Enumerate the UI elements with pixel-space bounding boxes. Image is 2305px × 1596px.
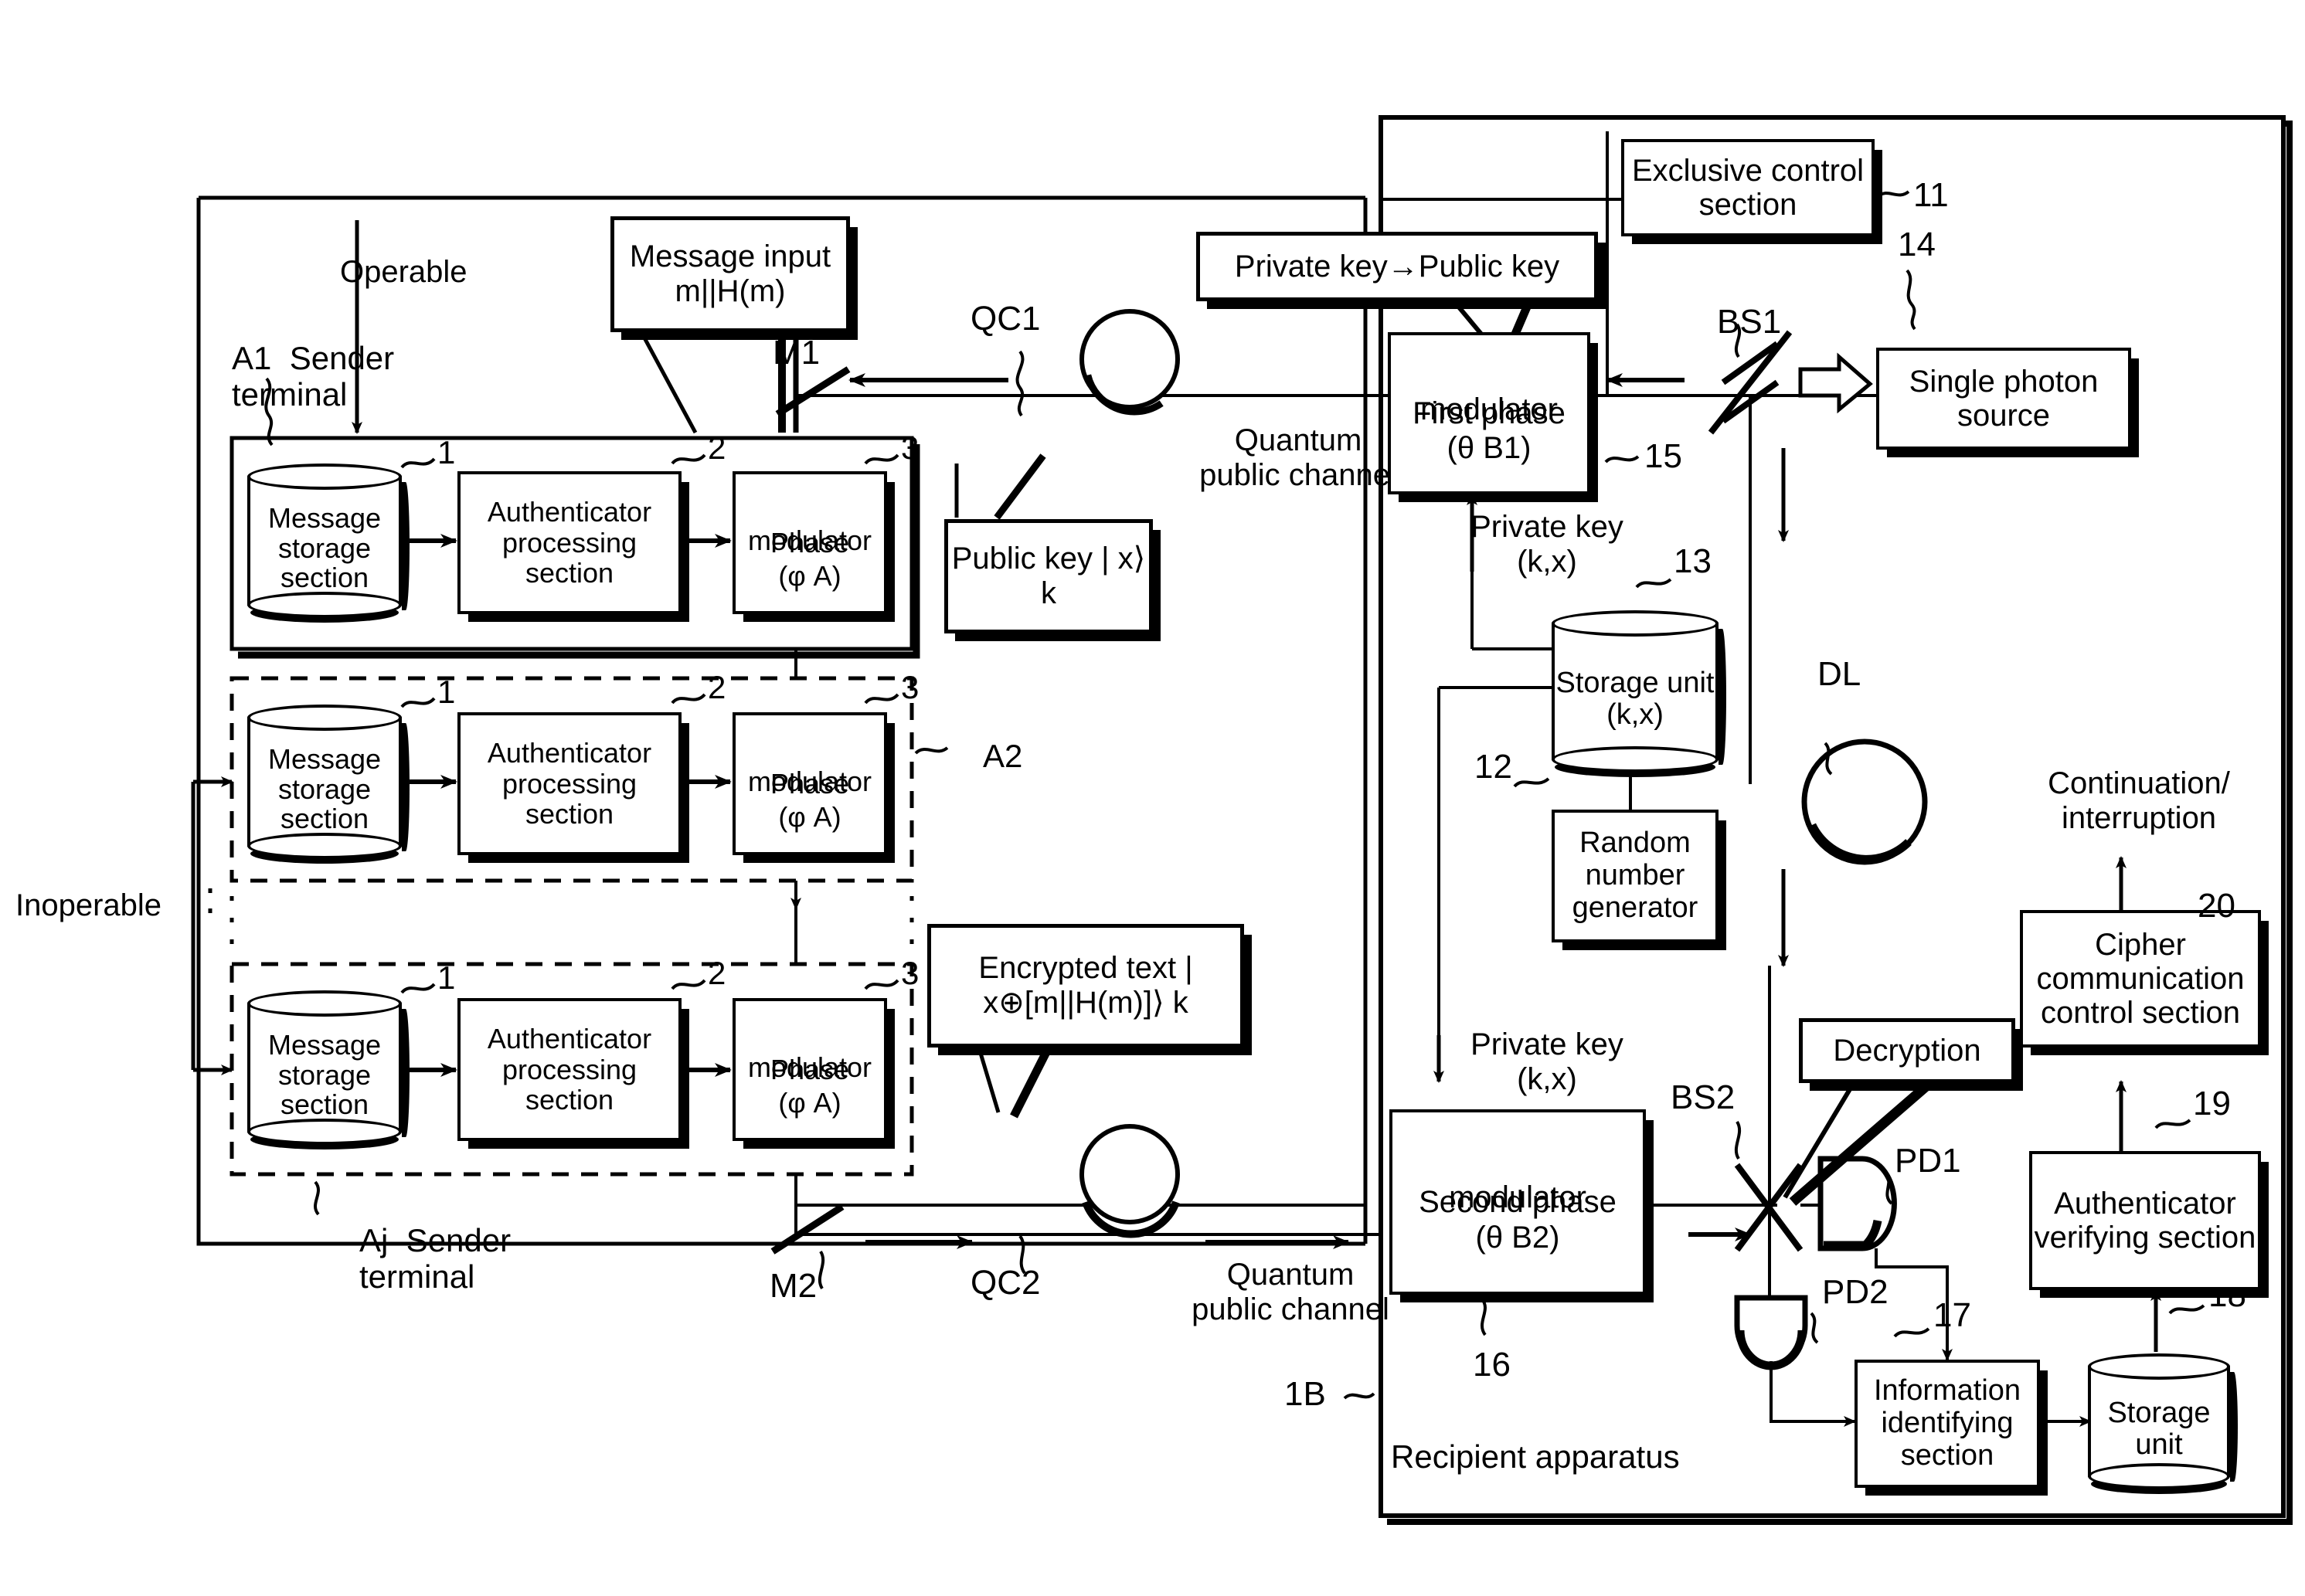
continuation-interruption-label: Continuation/ interruption: [2048, 766, 2230, 835]
mirror-m2-label: M2: [770, 1267, 818, 1305]
message-storage-section-aj: Message storage section: [247, 990, 410, 1145]
encrypted-text-callout: Encrypted text | x⊕[m||H(m)]⟩ k: [927, 924, 1244, 1048]
authenticator-processing-section-label: Authenticator processing section: [487, 737, 652, 830]
bs1-label: BS1: [1717, 303, 1782, 341]
storage-unit: Storage unit: [2088, 1353, 2238, 1489]
ref-14: 14: [1898, 226, 1936, 263]
a1-sender-terminal-label: A1 Sender terminal: [232, 340, 395, 413]
cipher-communication-control-section: Cipher communication control section: [2020, 910, 2261, 1048]
pd2-label: PD2: [1822, 1273, 1889, 1311]
ref-19: 19: [2193, 1085, 2231, 1122]
ref-3-aj: 3: [901, 955, 920, 991]
ref-1b: 1B: [1284, 1375, 1326, 1413]
quantum-public-channel-top-label: Quantum public channel: [1199, 423, 1397, 492]
random-number-generator: Random number generator: [1552, 810, 1719, 942]
ref-2-aj: 2: [708, 955, 726, 991]
ref-12: 12: [1474, 748, 1512, 786]
message-storage-section-label: Message storage section: [267, 1028, 382, 1121]
ref-13: 13: [1674, 542, 1712, 580]
ref-2-a1: 2: [708, 430, 726, 466]
aj-sender-terminal-label: Aj Sender terminal: [359, 1222, 512, 1295]
a2-label: A2: [983, 738, 1023, 774]
authenticator-processing-section-a1: Authenticator processing section: [457, 471, 682, 614]
information-identifying-section: Information identifying section: [1855, 1360, 2040, 1488]
phase-modulator-aj-l3: (φ A): [778, 1087, 841, 1119]
phase-modulator-aj-l2: modulator: [747, 1051, 872, 1083]
ref-20: 20: [2198, 887, 2235, 925]
operable-label: Operable: [340, 255, 467, 289]
authenticator-processing-section-label: Authenticator processing section: [487, 496, 652, 589]
decryption-callout: Decryption: [1799, 1018, 2015, 1083]
first-phase-modulator-l2: modulator: [1420, 392, 1558, 426]
message-storage-section-label: Message storage section: [267, 742, 382, 835]
private-to-public-key-callout: Private key→Public key: [1196, 232, 1598, 301]
ref-17: 17: [1933, 1296, 1971, 1334]
ref-16: 16: [1473, 1346, 1511, 1384]
bs2-label: BS2: [1671, 1078, 1736, 1116]
recipient-apparatus-label: Recipient apparatus: [1391, 1438, 1680, 1475]
quantum-public-channel-bottom-label: Quantum public channel: [1192, 1258, 1389, 1326]
exclusive-control-section: Exclusive control section: [1621, 139, 1875, 236]
ref-15: 15: [1644, 437, 1682, 475]
message-storage-section-a1: Message storage section: [247, 464, 410, 618]
patent-figure-canvas: Operable Inoperable A1 Sender terminal A…: [0, 0, 2305, 1596]
pd1-label: PD1: [1895, 1142, 1961, 1180]
second-phase-modulator-l3: (θ B2): [1475, 1221, 1560, 1255]
authenticator-processing-section-aj: Authenticator processing section: [457, 998, 682, 1141]
phase-modulator-a2-l3: (φ A): [778, 801, 841, 833]
message-input-callout: Message input m||H(m): [610, 216, 850, 332]
authenticator-verifying-section: Authenticator verifying section: [2029, 1151, 2261, 1290]
phase-modulator-a2-l2: modulator: [747, 766, 872, 797]
ref-2-a2: 2: [708, 669, 726, 705]
ref-3-a2: 3: [901, 669, 920, 705]
phase-modulator-a1-l3: (φ A): [778, 560, 841, 592]
ref-3-a1: 3: [901, 430, 920, 466]
phase-modulator-a1-l2: modulator: [747, 525, 872, 556]
message-storage-section-a2: Message storage section: [247, 705, 410, 859]
ref-1-a2: 1: [437, 674, 456, 710]
qc1-label: QC1: [971, 300, 1041, 338]
single-photon-source: Single photon source: [1876, 348, 2131, 450]
ref-1-a1: 1: [437, 434, 456, 470]
qc2-label: QC2: [971, 1264, 1041, 1302]
private-key-bottom-label: Private key (k,x): [1470, 1027, 1623, 1096]
mirror-m1-label: M1: [773, 334, 821, 372]
ref-11: 11: [1913, 176, 1949, 214]
private-key-top-label: Private key (k,x): [1470, 510, 1623, 579]
ref-1-aj: 1: [437, 959, 456, 996]
authenticator-processing-section-a2: Authenticator processing section: [457, 712, 682, 855]
message-storage-section-label: Message storage section: [267, 501, 382, 594]
inoperable-label: Inoperable: [15, 888, 162, 922]
dl-label: DL: [1817, 655, 1861, 693]
authenticator-processing-section-label: Authenticator processing section: [487, 1023, 652, 1116]
storage-unit-kx: Storage unit (k,x): [1552, 610, 1726, 773]
second-phase-modulator-l2: modulator: [1449, 1180, 1586, 1214]
public-key-callout: Public key | x⟩ k: [944, 519, 1153, 633]
first-phase-modulator-l3: (θ B1): [1447, 431, 1532, 465]
